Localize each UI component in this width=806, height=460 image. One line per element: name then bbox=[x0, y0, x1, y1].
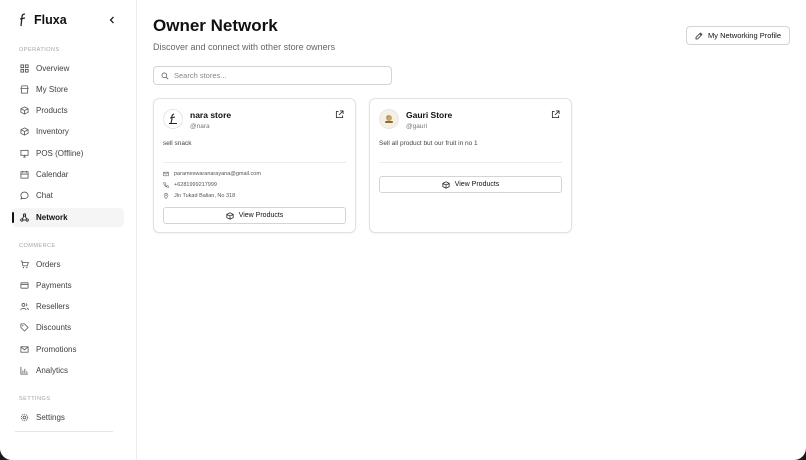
sidebar-item-payments[interactable]: Payments bbox=[12, 276, 124, 295]
card-divider bbox=[163, 162, 346, 163]
external-link-icon[interactable] bbox=[551, 110, 560, 119]
sidebar-item-discounts[interactable]: Discounts bbox=[12, 318, 124, 337]
sidebar-item-orders[interactable]: Orders bbox=[12, 255, 124, 274]
bar-chart-icon bbox=[20, 366, 29, 375]
sidebar-item-chat[interactable]: Chat bbox=[12, 186, 124, 205]
store-handle: @gauri bbox=[406, 123, 428, 130]
sidebar-item-label: Inventory bbox=[36, 127, 69, 136]
sidebar: Fluxa OPERATIONS Overview My Store Produ… bbox=[0, 0, 137, 460]
sidebar-item-my-store[interactable]: My Store bbox=[12, 80, 124, 99]
sidebar-item-label: Orders bbox=[36, 260, 61, 269]
chevron-left-icon[interactable] bbox=[107, 15, 117, 25]
store-avatar[interactable] bbox=[163, 109, 183, 129]
credit-card-icon bbox=[20, 282, 29, 289]
sidebar-item-overview[interactable]: Overview bbox=[12, 59, 124, 78]
view-products-label: View Products bbox=[238, 212, 284, 219]
sidebar-item-label: Overview bbox=[36, 64, 70, 73]
sidebar-item-label: Products bbox=[36, 106, 68, 115]
store-address: Jln Tukad Balian, No 318 bbox=[163, 193, 235, 199]
external-link-icon[interactable] bbox=[335, 110, 344, 119]
view-products-button[interactable]: View Products bbox=[379, 176, 562, 193]
brand[interactable]: Fluxa bbox=[18, 13, 67, 27]
gear-icon bbox=[20, 413, 29, 422]
users-icon bbox=[20, 303, 29, 311]
sidebar-item-label: Calendar bbox=[36, 170, 69, 179]
grid-icon bbox=[20, 64, 29, 73]
sidebar-item-resellers[interactable]: Resellers bbox=[12, 297, 124, 316]
search-box[interactable] bbox=[153, 66, 392, 85]
section-label-commerce: COMMERCE bbox=[19, 243, 56, 249]
cart-icon bbox=[20, 260, 29, 269]
store-description: sell snack bbox=[163, 140, 192, 147]
sidebar-item-label: Resellers bbox=[36, 302, 70, 311]
sidebar-divider bbox=[15, 431, 113, 432]
monitor-icon bbox=[20, 149, 29, 158]
store-avatar[interactable] bbox=[379, 109, 399, 129]
store-phone[interactable]: +6281999217999 bbox=[163, 182, 217, 188]
store-name: Gauri Store bbox=[406, 110, 453, 120]
package-icon bbox=[442, 180, 450, 189]
store-handle: @nara bbox=[190, 123, 210, 130]
main-content: Owner Network Discover and connect with … bbox=[137, 0, 806, 460]
view-products-button[interactable]: View Products bbox=[163, 207, 346, 224]
store-name: nara store bbox=[190, 110, 232, 120]
store-description: Sell all product but our fruit in no 1 bbox=[379, 140, 478, 147]
store-email-text: parameswaranarayana@gmail.com bbox=[174, 171, 261, 177]
sidebar-item-label: Settings bbox=[36, 413, 65, 422]
section-label-settings: SETTINGS bbox=[19, 396, 51, 402]
sidebar-item-calendar[interactable]: Calendar bbox=[12, 165, 124, 184]
store-icon bbox=[20, 85, 29, 94]
store-card-gauri: Gauri Store @gauri Sell all product but … bbox=[369, 98, 572, 233]
sidebar-item-label: My Store bbox=[36, 85, 69, 94]
app-window: Fluxa OPERATIONS Overview My Store Produ… bbox=[0, 0, 806, 460]
sidebar-item-label: Payments bbox=[36, 281, 72, 290]
mail-icon bbox=[163, 171, 169, 177]
box-icon bbox=[20, 127, 29, 136]
calendar-icon bbox=[20, 170, 29, 179]
gauri-logo-icon bbox=[385, 115, 393, 123]
search-icon bbox=[161, 72, 169, 79]
store-address-text: Jln Tukad Balian, No 318 bbox=[174, 193, 236, 199]
sidebar-item-analytics[interactable]: Analytics bbox=[12, 361, 124, 380]
sidebar-item-label: Network bbox=[36, 213, 68, 222]
sidebar-item-label: Discounts bbox=[36, 323, 72, 332]
nara-logo-icon bbox=[169, 113, 177, 124]
sidebar-item-pos-offline[interactable]: POS (Offline) bbox=[12, 144, 124, 163]
section-label-operations: OPERATIONS bbox=[19, 47, 60, 53]
package-icon bbox=[20, 106, 29, 115]
sidebar-item-network[interactable]: Network bbox=[12, 208, 124, 227]
sidebar-item-inventory[interactable]: Inventory bbox=[12, 122, 124, 141]
store-card-nara: nara store @nara sell snack parameswaran… bbox=[153, 98, 356, 233]
app-name: Fluxa bbox=[34, 13, 67, 27]
page-title: Owner Network bbox=[153, 16, 278, 35]
store-email[interactable]: parameswaranarayana@gmail.com bbox=[163, 171, 261, 177]
search-input[interactable] bbox=[174, 71, 384, 80]
store-phone-text: +6281999217999 bbox=[174, 182, 217, 188]
chat-icon bbox=[20, 191, 29, 200]
profile-button-label: My Networking Profile bbox=[708, 31, 781, 40]
sidebar-item-label: Promotions bbox=[36, 345, 77, 354]
package-icon bbox=[226, 211, 234, 220]
tag-icon bbox=[20, 323, 29, 332]
phone-icon bbox=[163, 182, 169, 188]
sidebar-item-label: Chat bbox=[36, 191, 53, 200]
fluxa-logo-icon bbox=[19, 13, 26, 27]
sidebar-item-label: Analytics bbox=[36, 366, 69, 375]
pencil-icon bbox=[695, 31, 703, 39]
sidebar-item-settings[interactable]: Settings bbox=[12, 408, 124, 427]
view-products-label: View Products bbox=[454, 181, 500, 188]
sidebar-item-promotions[interactable]: Promotions bbox=[12, 340, 124, 359]
my-networking-profile-button[interactable]: My Networking Profile bbox=[686, 26, 790, 45]
mail-icon bbox=[20, 346, 29, 353]
map-pin-icon bbox=[163, 193, 169, 199]
sidebar-item-label: POS (Offline) bbox=[36, 149, 84, 158]
network-icon bbox=[20, 213, 29, 222]
sidebar-item-products[interactable]: Products bbox=[12, 101, 124, 120]
card-divider bbox=[379, 162, 562, 163]
page-subtitle: Discover and connect with other store ow… bbox=[153, 42, 336, 52]
